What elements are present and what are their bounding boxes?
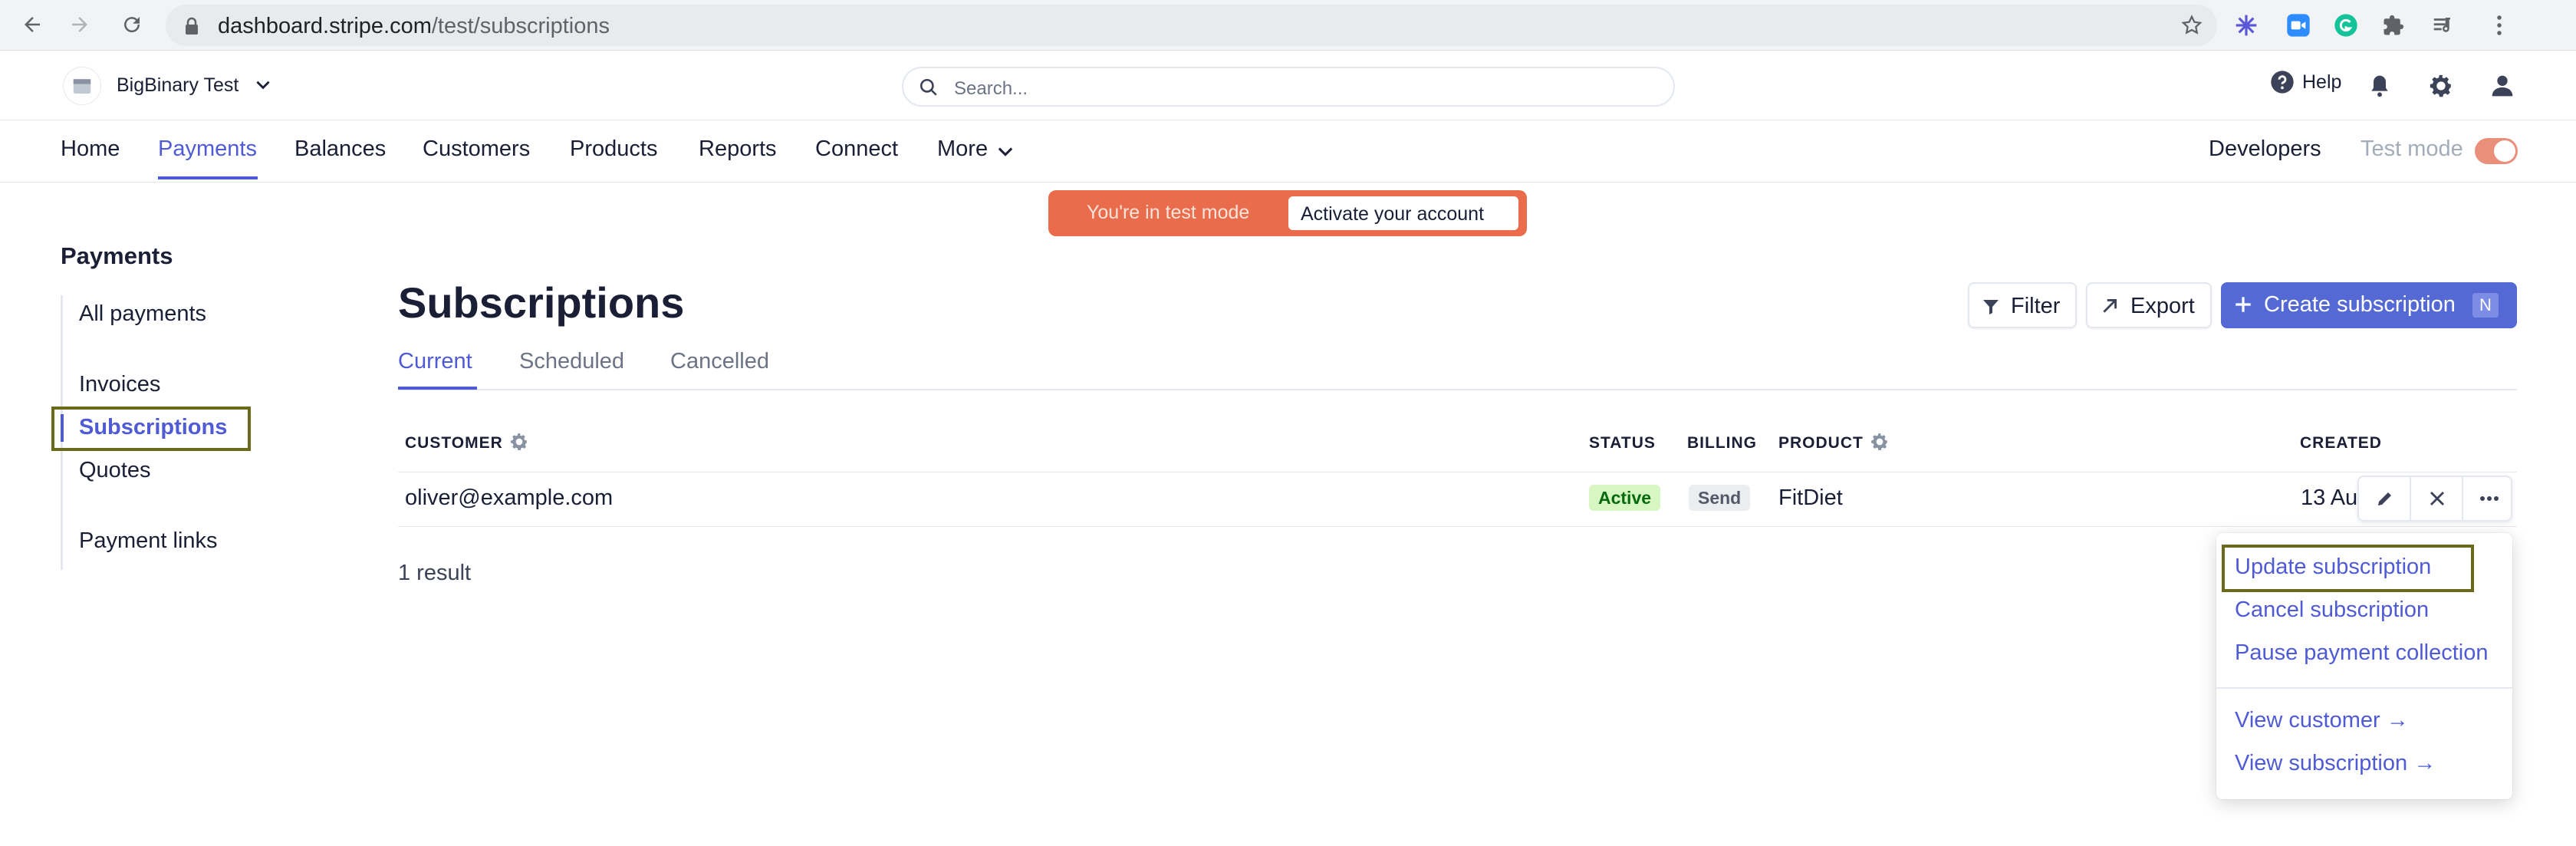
toggle-knob [2494,140,2515,162]
sidebar-item-payment-links[interactable]: Payment links [79,528,218,554]
edit-pencil-icon[interactable] [2359,477,2410,520]
menu-item-cancel-subscription[interactable]: Cancel subscription [2235,597,2429,623]
column-header-billing: BILLING [1687,434,1757,452]
search-placeholder: Search... [954,78,1028,99]
billing-badge: Send [1689,485,1751,511]
tab-current[interactable]: Current [398,349,472,374]
menu-link-view-customer[interactable]: View customer → [2235,708,2409,733]
tab-active-underline [398,387,477,390]
media-queue-icon[interactable] [2428,11,2457,40]
extensions-puzzle-icon[interactable] [2379,11,2408,40]
menu-item-pause-payment-collection[interactable]: Pause payment collection [2235,640,2488,666]
nav-balances[interactable]: Balances [294,137,386,162]
subscriptions-highlight-box [51,407,251,451]
plus-icon [2233,295,2253,318]
nav-customers[interactable]: Customers [423,137,530,162]
extension-video-icon[interactable] [2284,11,2313,40]
forward-icon[interactable] [63,8,97,41]
nav-home[interactable]: Home [61,137,120,162]
search-input[interactable]: Search... [902,67,1675,107]
export-arrow-icon [2100,296,2120,320]
row-product[interactable]: FitDiet [1778,486,1843,511]
menu-link-view-subscription[interactable]: View subscription → [2235,751,2436,776]
cancel-x-icon[interactable] [2411,477,2462,520]
subscription-tabs: Current Scheduled Cancelled [398,349,2517,390]
product-column-settings-gear-icon[interactable] [1870,432,1890,456]
more-actions-ellipsis-icon[interactable] [2463,477,2515,520]
test-mode-banner: You're in test mode Activate your accoun… [1048,190,1527,236]
sidebar-item-all-payments[interactable]: All payments [79,301,206,327]
filter-label: Filter [2011,294,2061,318]
create-subscription-label: Create subscription [2264,292,2456,317]
table-row[interactable] [398,472,2517,527]
chevron-down-icon[interactable] [253,74,273,98]
account-name[interactable]: BigBinary Test [117,74,239,97]
tab-scheduled[interactable]: Scheduled [519,349,624,374]
test-mode-text: You're in test mode [1087,202,1250,223]
menu-divider [2216,687,2512,689]
browser-toolbar: dashboard.stripe.com/test/subscriptions [0,0,2576,51]
create-subscription-button[interactable]: Create subscription N [2221,282,2517,328]
column-header-created: CREATED [2300,434,2382,452]
nav-products[interactable]: Products [570,137,657,162]
help-icon [2271,71,2294,94]
page-title: Subscriptions [398,278,685,327]
test-mode-label: Test mode [2361,137,2463,161]
column-header-product: PRODUCT [1778,434,1864,452]
nav-more[interactable]: More [937,137,988,162]
account-logo-icon[interactable] [63,67,101,105]
test-mode-toggle[interactable] [2475,138,2518,164]
keyboard-shortcut-badge: N [2472,293,2499,318]
status-badge: Active [1589,485,1661,511]
user-profile-icon[interactable] [2486,70,2518,102]
nav-developers[interactable]: Developers [2209,137,2321,162]
extension-grammarly-icon[interactable] [2331,11,2361,40]
notifications-bell-icon[interactable] [2364,70,2396,102]
customer-column-settings-gear-icon[interactable] [509,432,529,456]
row-customer-email[interactable]: oliver@example.com [405,486,613,511]
address-bar[interactable]: dashboard.stripe.com/test/subscriptions [166,5,2217,46]
activate-account-button[interactable]: Activate your account [1288,196,1518,230]
activate-account-label: Activate your account [1301,203,1485,225]
update-subscription-highlight-box [2222,545,2474,592]
result-count: 1 result [398,561,472,585]
extension-sparkle-icon[interactable] [2232,11,2261,40]
more-chevron-down-icon[interactable] [995,140,1016,166]
help-button[interactable]: Help [2270,70,2341,94]
reload-icon[interactable] [115,8,149,41]
row-actions-group [2357,476,2512,522]
sidebar-item-invoices[interactable]: Invoices [79,372,160,397]
nav-connect[interactable]: Connect [815,137,898,162]
lock-icon [184,17,199,39]
nav-reports[interactable]: Reports [699,137,777,162]
export-button[interactable]: Export [2086,282,2212,328]
tab-cancelled[interactable]: Cancelled [670,349,769,374]
browser-menu-icon[interactable] [2485,11,2514,40]
filter-icon [1982,298,2000,320]
sidebar-item-quotes[interactable]: Quotes [79,458,151,483]
bookmark-star-icon[interactable] [2180,14,2203,41]
primary-nav: Home Payments Balances Customers Product… [0,121,2576,183]
back-icon[interactable] [15,8,49,41]
url-text: dashboard.stripe.com/test/subscriptions [218,14,610,38]
search-icon [919,77,939,101]
export-label: Export [2130,294,2195,318]
column-header-customer: CUSTOMER [405,434,503,452]
dashboard-header: BigBinary Test Search... Help [0,51,2576,120]
nav-payments[interactable]: Payments [158,137,257,162]
sidebar-title: Payments [61,242,173,269]
help-label: Help [2302,71,2342,93]
column-header-status: STATUS [1589,434,1656,452]
filter-button[interactable]: Filter [1968,282,2077,328]
nav-active-underline [158,176,258,179]
settings-gear-icon[interactable] [2425,70,2457,102]
